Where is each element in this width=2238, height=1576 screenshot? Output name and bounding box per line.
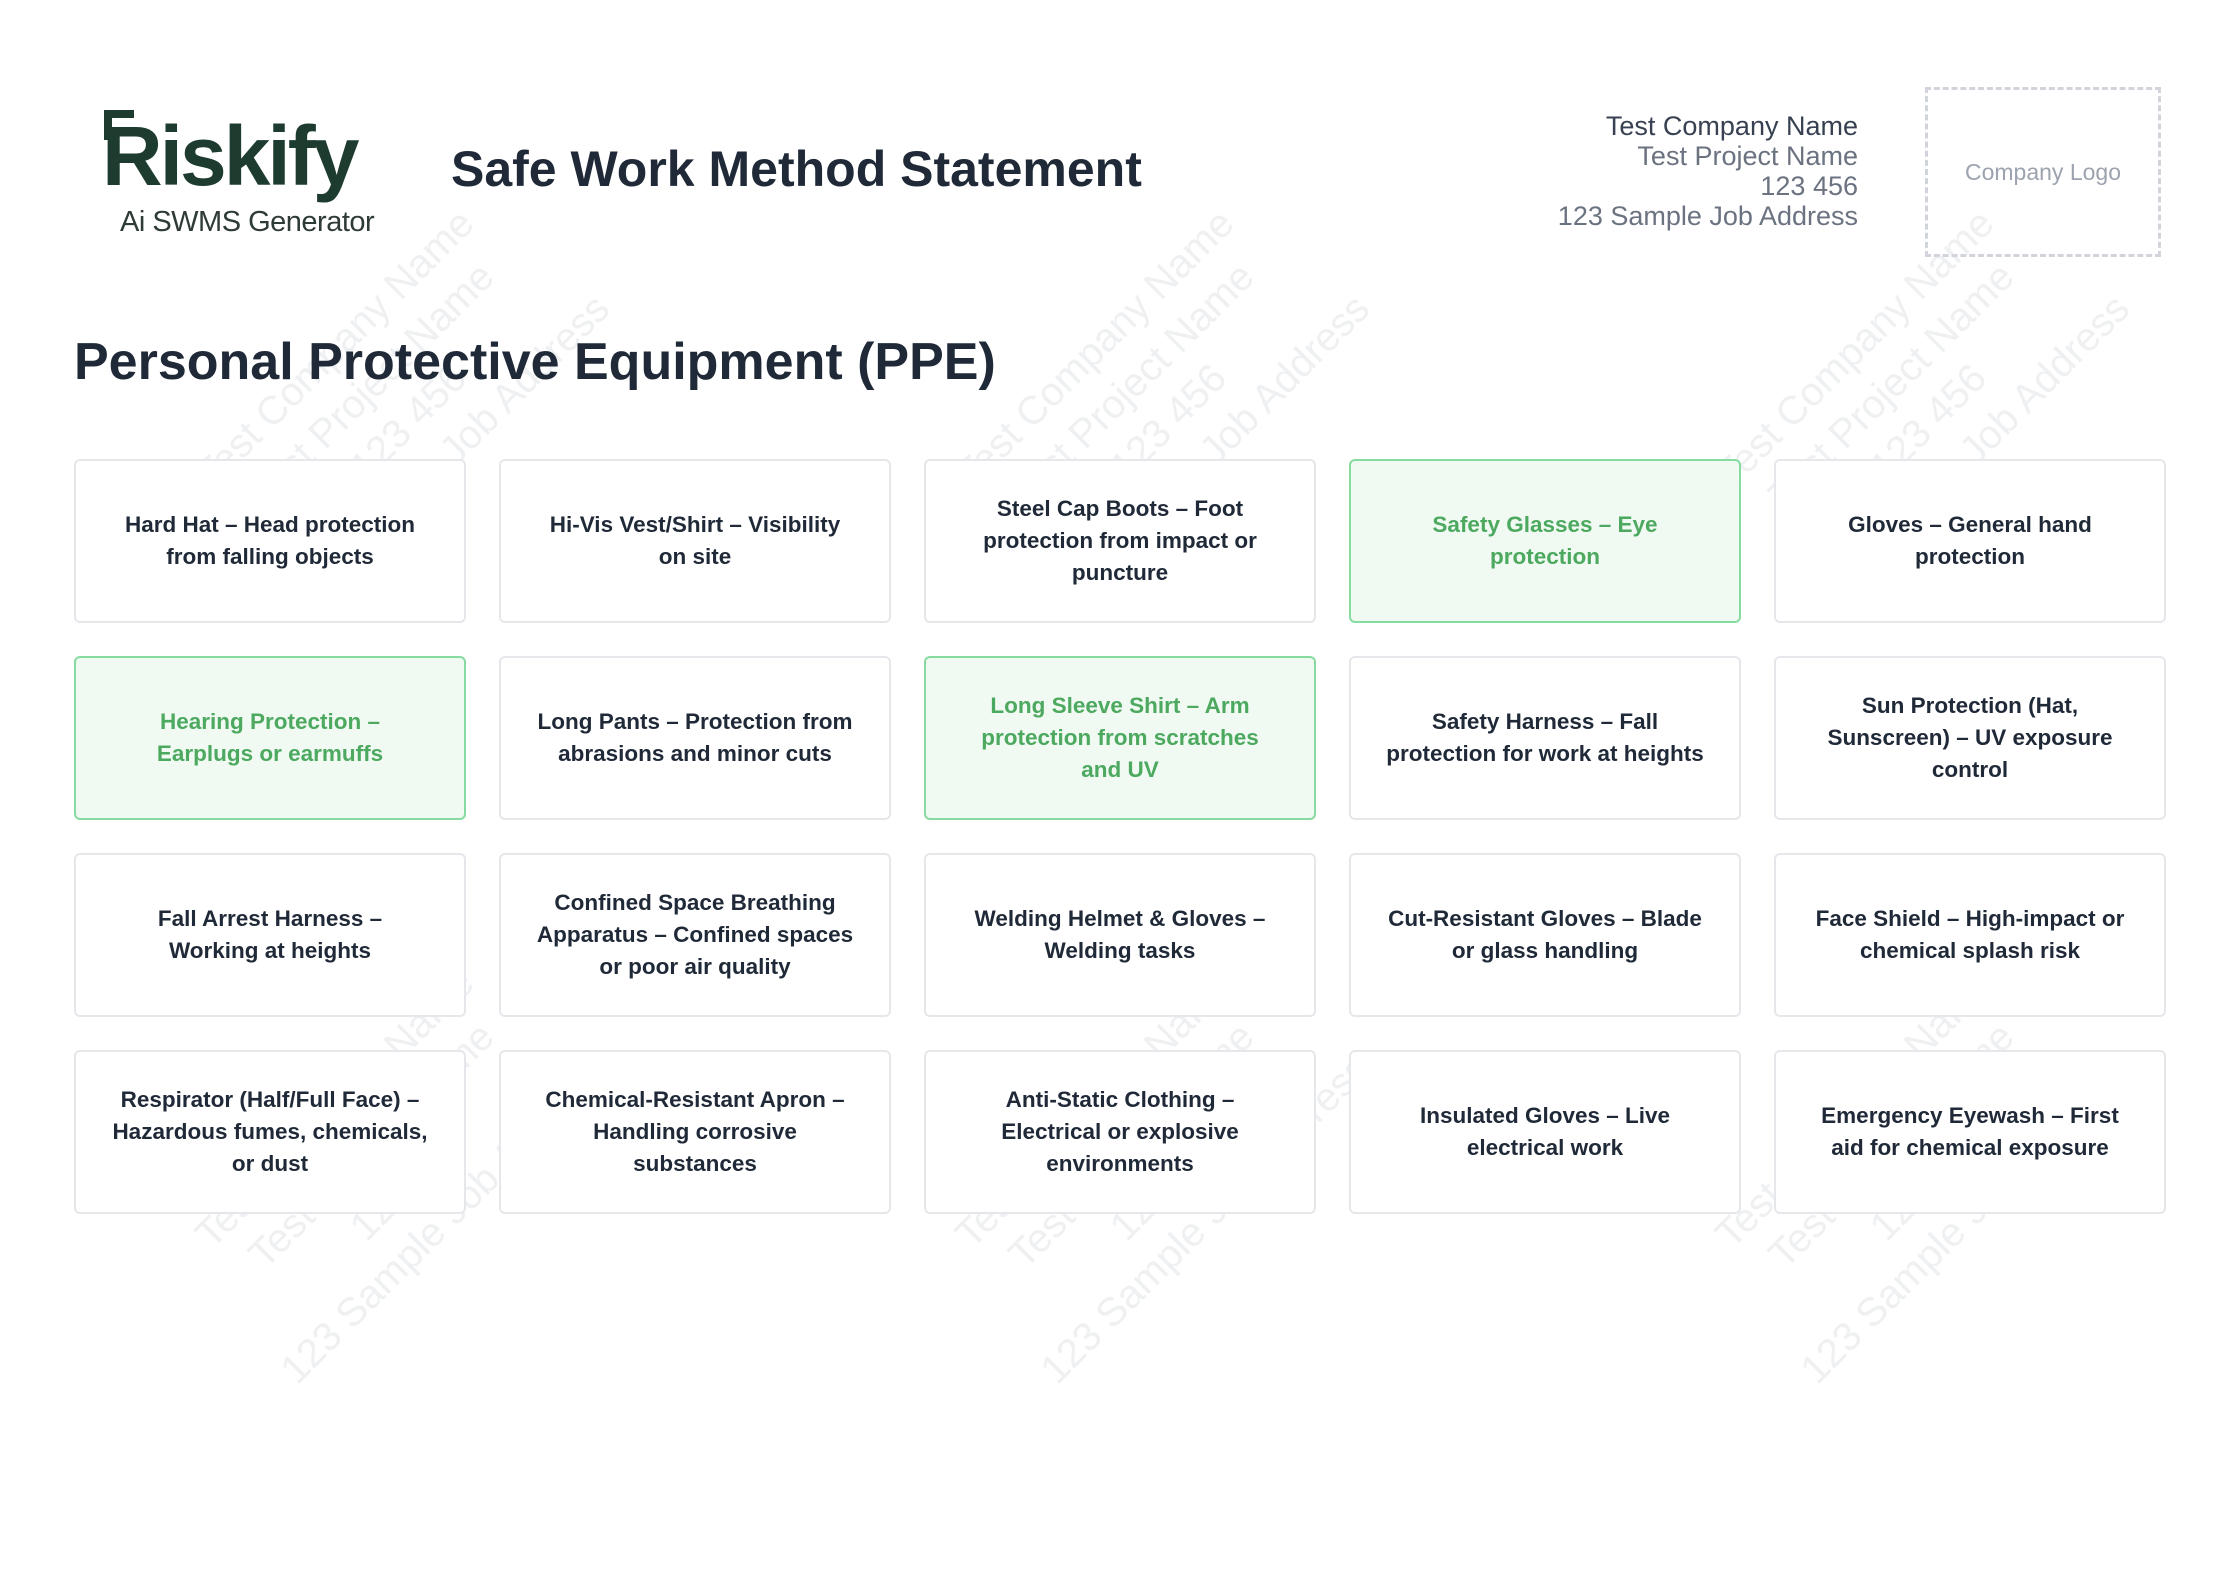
ppe-option-card[interactable]: Long Pants – Protection from abrasions a… — [499, 656, 891, 820]
company-logo-label: Company Logo — [1965, 158, 2121, 185]
ppe-option-label: Hearing Protection – Earplugs or earmuff… — [156, 709, 384, 766]
project-name: Test Project Name — [1637, 141, 1858, 171]
logo-tagline: Ai SWMS Generator — [120, 206, 375, 238]
ppe-option-label: Hi-Vis Vest/Shirt – Visibility on site — [549, 512, 841, 569]
logo-wordmark: Riskify — [102, 109, 359, 203]
ppe-option-card[interactable]: Safety Harness – Fall protection for wor… — [1349, 656, 1741, 820]
ppe-option-label: Cut-Resistant Gloves – Blade or glass ha… — [1388, 906, 1702, 963]
company-logo-placeholder[interactable]: Company Logo — [1925, 87, 2161, 257]
ppe-option-label: Emergency Eyewash – First aid for chemic… — [1821, 1103, 2119, 1160]
project-number: 123 456 — [1760, 171, 1858, 201]
ppe-option-card[interactable]: Emergency Eyewash – First aid for chemic… — [1774, 1050, 2166, 1214]
ppe-option-card[interactable]: Steel Cap Boots – Foot protection from i… — [924, 459, 1316, 623]
ppe-option-card[interactable]: Anti-Static Clothing – Electrical or exp… — [924, 1050, 1316, 1214]
ppe-option-card[interactable]: Respirator (Half/Full Face) – Hazardous … — [74, 1050, 466, 1214]
ppe-grid: Hard Hat – Head protection from falling … — [74, 459, 2166, 1214]
ppe-option-card[interactable]: Cut-Resistant Gloves – Blade or glass ha… — [1349, 853, 1741, 1017]
ppe-option-card[interactable]: Chemical-Resistant Apron – Handling corr… — [499, 1050, 891, 1214]
ppe-option-card[interactable]: Fall Arrest Harness – Working at heights — [74, 853, 466, 1017]
ppe-option-card[interactable]: Sun Protection (Hat, Sunscreen) – UV exp… — [1774, 656, 2166, 820]
ppe-option-label: Chemical-Resistant Apron – Handling corr… — [545, 1087, 845, 1176]
ppe-option-label: Anti-Static Clothing – Electrical or exp… — [1001, 1087, 1239, 1176]
ppe-option-label: Face Shield – High-impact or chemical sp… — [1815, 906, 2125, 963]
ppe-option-label: Safety Harness – Fall protection for wor… — [1386, 709, 1704, 766]
ppe-option-label: Hard Hat – Head protection from falling … — [124, 512, 416, 569]
ppe-option-card[interactable]: Safety Glasses – Eye protection — [1349, 459, 1741, 623]
company-info: Test Company Name Test Project Name 123 … — [1558, 111, 1858, 231]
section-title: Personal Protective Equipment (PPE) — [74, 333, 996, 391]
ppe-option-label: Gloves – General hand protection — [1848, 512, 2092, 569]
ppe-option-card[interactable]: Confined Space Breathing Apparatus – Con… — [499, 853, 891, 1017]
ppe-option-label: Fall Arrest Harness – Working at heights — [157, 906, 383, 963]
ppe-option-label: Long Pants – Protection from abrasions a… — [537, 709, 853, 766]
ppe-option-card[interactable]: Hearing Protection – Earplugs or earmuff… — [74, 656, 466, 820]
ppe-option-card[interactable]: Hard Hat – Head protection from falling … — [74, 459, 466, 623]
ppe-option-card[interactable]: Insulated Gloves – Live electrical work — [1349, 1050, 1741, 1214]
ppe-option-label: Sun Protection (Hat, Sunscreen) – UV exp… — [1827, 693, 2113, 782]
ppe-option-card[interactable]: Welding Helmet & Gloves – Welding tasks — [924, 853, 1316, 1017]
document-title: Safe Work Method Statement — [451, 141, 1142, 197]
ppe-option-label: Steel Cap Boots – Foot protection from i… — [983, 496, 1257, 585]
ppe-option-card[interactable]: Face Shield – High-impact or chemical sp… — [1774, 853, 2166, 1017]
ppe-option-card[interactable]: Hi-Vis Vest/Shirt – Visibility on site — [499, 459, 891, 623]
ppe-option-label: Confined Space Breathing Apparatus – Con… — [536, 890, 854, 979]
ppe-option-card[interactable]: Gloves – General hand protection — [1774, 459, 2166, 623]
company-name: Test Company Name — [1605, 111, 1858, 141]
job-address: 123 Sample Job Address — [1557, 201, 1858, 231]
ppe-option-label: Welding Helmet & Gloves – Welding tasks — [974, 906, 1266, 963]
ppe-option-card[interactable]: Long Sleeve Shirt – Arm protection from … — [924, 656, 1316, 820]
ppe-option-label: Safety Glasses – Eye protection — [1432, 512, 1658, 569]
ppe-option-label: Insulated Gloves – Live electrical work — [1419, 1103, 1671, 1160]
ppe-option-label: Long Sleeve Shirt – Arm protection from … — [981, 693, 1259, 782]
ppe-option-label: Respirator (Half/Full Face) – Hazardous … — [112, 1087, 428, 1176]
riskify-logo: Riskify Ai SWMS Generator — [102, 108, 382, 243]
